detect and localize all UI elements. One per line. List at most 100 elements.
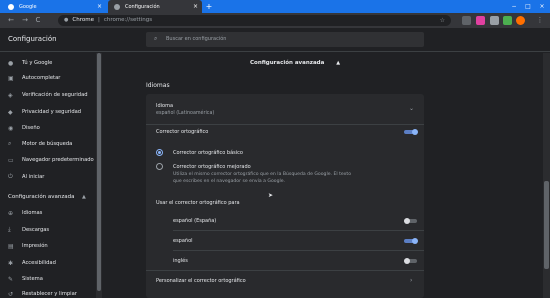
chevron-right-icon: › bbox=[410, 277, 413, 284]
maximize-icon[interactable]: □ bbox=[521, 0, 535, 13]
sidebar-item-label: Navegador predeterminado bbox=[22, 157, 94, 163]
sidebar-advanced-label: Configuración avanzada bbox=[8, 194, 75, 200]
shield-lock-icon: ◆ bbox=[8, 108, 13, 116]
browser-toolbar: ← → C ● Chrome | chrome://settings ☆ ⋮ bbox=[0, 13, 550, 28]
accessibility-icon: ✱ bbox=[8, 259, 14, 267]
spellcheck-enhanced-label: Corrector ortográfico mejorado bbox=[173, 164, 251, 170]
new-tab-button[interactable]: + bbox=[204, 0, 214, 13]
scrollbar-thumb[interactable] bbox=[544, 181, 549, 269]
advanced-heading-label: Configuración avanzada bbox=[250, 60, 325, 66]
language-english-label: inglés bbox=[173, 258, 188, 264]
scrollbar-thumb[interactable] bbox=[97, 53, 101, 291]
power-icon: ⏻ bbox=[8, 173, 13, 180]
language-value: español (Latinoamérica) bbox=[156, 111, 215, 116]
person-icon: ● bbox=[8, 59, 14, 67]
chevron-down-icon[interactable]: ⌄ bbox=[409, 105, 414, 112]
language-label: Idioma bbox=[156, 103, 174, 109]
settings-sidebar: ● Tú y Google ▣ Autocompletar ◈ Verifica… bbox=[0, 53, 96, 298]
sidebar-scrollbar[interactable] bbox=[96, 53, 102, 298]
sidebar-item-label: Idiomas bbox=[22, 210, 43, 216]
search-input[interactable]: ⌕ Buscar en configuración bbox=[146, 32, 424, 47]
sidebar-item-reset[interactable]: ↺ Restablecer y limpiar bbox=[0, 287, 96, 298]
spellcheck-enhanced-radio[interactable] bbox=[156, 163, 163, 170]
advanced-heading[interactable]: Configuración avanzada ▲ bbox=[250, 60, 340, 66]
sidebar-item-on-startup[interactable]: ⏻ Al iniciar bbox=[0, 170, 96, 184]
divider bbox=[146, 270, 424, 271]
sidebar-item-downloads[interactable]: ⤓ Descargas bbox=[0, 223, 96, 237]
spellcheck-toggle[interactable] bbox=[404, 129, 418, 135]
sidebar-item-you-and-google[interactable]: ● Tú y Google bbox=[0, 56, 96, 70]
languages-card: Idioma español (Latinoamérica) ⌄ Correct… bbox=[146, 94, 424, 298]
sidebar-item-appearance[interactable]: ◉ Diseño bbox=[0, 121, 96, 135]
avatar[interactable] bbox=[516, 16, 525, 25]
sidebar-item-label: Tú y Google bbox=[22, 60, 53, 66]
languages-section-title: Idiomas bbox=[146, 82, 170, 89]
spellcheck-basic-radio[interactable] bbox=[156, 149, 163, 156]
extension-icon[interactable] bbox=[503, 16, 512, 25]
google-favicon-icon bbox=[8, 3, 14, 10]
tab-label: Configuración bbox=[125, 3, 160, 10]
reset-icon: ↺ bbox=[8, 290, 14, 298]
use-spellcheck-for-label: Usar el corrector ortográfico para bbox=[156, 200, 240, 206]
sidebar-item-printing[interactable]: ▤ Impresión bbox=[0, 239, 96, 253]
wrench-icon: ✎ bbox=[8, 275, 14, 283]
sidebar-item-system[interactable]: ✎ Sistema bbox=[0, 272, 96, 286]
clipboard-icon: ▣ bbox=[8, 74, 14, 82]
back-icon[interactable]: ← bbox=[6, 15, 16, 26]
close-tab-icon[interactable]: × bbox=[193, 0, 198, 13]
search-icon: ⌕ bbox=[8, 140, 12, 147]
spellcheck-basic-label: Corrector ortográfico básico bbox=[173, 150, 243, 156]
sidebar-item-search-engine[interactable]: ⌕ Motor de búsqueda bbox=[0, 137, 96, 151]
sidebar-item-accessibility[interactable]: ✱ Accesibilidad bbox=[0, 256, 96, 270]
spellcheck-enhanced-description: Utiliza el mismo corrector ortográfico q… bbox=[173, 171, 393, 185]
spellcheck-label: Corrector ortográfico bbox=[156, 129, 209, 135]
search-icon: ⌕ bbox=[154, 35, 158, 42]
palette-icon: ◉ bbox=[8, 124, 14, 132]
search-placeholder: Buscar en configuración bbox=[166, 36, 227, 42]
forward-icon[interactable]: → bbox=[20, 15, 30, 26]
sidebar-item-label: Diseño bbox=[22, 125, 40, 131]
language-english-toggle[interactable] bbox=[404, 258, 418, 264]
toggle-knob bbox=[404, 218, 410, 224]
caret-up-icon: ▲ bbox=[82, 194, 86, 200]
sidebar-item-label: Accesibilidad bbox=[22, 260, 56, 266]
printer-icon: ▤ bbox=[8, 242, 14, 250]
download-icon: ⤓ bbox=[8, 226, 11, 233]
bookmark-star-icon[interactable]: ☆ bbox=[440, 15, 445, 26]
gear-icon bbox=[114, 3, 120, 10]
extension-icon[interactable] bbox=[476, 16, 485, 25]
extension-icon[interactable] bbox=[462, 16, 471, 25]
globe-icon: ⊕ bbox=[8, 209, 14, 217]
divider bbox=[146, 124, 424, 125]
sidebar-item-languages[interactable]: ⊕ Idiomas bbox=[0, 206, 96, 220]
main-scrollbar[interactable] bbox=[543, 53, 550, 298]
sidebar-item-default-browser[interactable]: ▭ Navegador predeterminado bbox=[0, 153, 96, 167]
language-spanish-spain-label: español (España) bbox=[173, 218, 217, 224]
minimize-icon[interactable]: − bbox=[507, 0, 521, 13]
sidebar-item-safety-check[interactable]: ◈ Verificación de seguridad bbox=[0, 88, 96, 102]
extension-icon[interactable] bbox=[490, 16, 499, 25]
language-spanish-spain-toggle[interactable] bbox=[404, 218, 418, 224]
url-separator: | bbox=[97, 17, 100, 23]
sidebar-item-label: Autocompletar bbox=[22, 75, 61, 81]
toggle-knob bbox=[404, 258, 410, 264]
close-tab-icon[interactable]: × bbox=[97, 0, 102, 13]
reload-icon[interactable]: C bbox=[33, 15, 43, 26]
language-spanish-toggle[interactable] bbox=[404, 238, 418, 244]
description-line: Utiliza el mismo corrector ortográfico q… bbox=[173, 172, 351, 177]
sidebar-item-label: Al iniciar bbox=[22, 174, 45, 180]
sidebar-item-label: Descargas bbox=[22, 227, 50, 233]
caret-up-icon: ▲ bbox=[336, 60, 341, 66]
tab-google[interactable]: Google × bbox=[2, 0, 106, 13]
address-bar[interactable]: ● Chrome | chrome://settings ☆ bbox=[58, 15, 451, 26]
close-window-icon[interactable]: × bbox=[535, 0, 549, 13]
sidebar-item-autofill[interactable]: ▣ Autocompletar bbox=[0, 71, 96, 85]
sidebar-item-privacy[interactable]: ◆ Privacidad y seguridad bbox=[0, 105, 96, 119]
description-line: que escribes en el navegador se envía a … bbox=[173, 179, 286, 184]
settings-header: Configuración ⌕ Buscar en configuración bbox=[0, 28, 550, 52]
mouse-cursor-icon: ➤ bbox=[268, 192, 274, 199]
tab-settings[interactable]: Configuración × bbox=[108, 0, 202, 13]
sidebar-item-label: Verificación de seguridad bbox=[22, 92, 88, 98]
sidebar-advanced-toggle[interactable]: Configuración avanzada ▲ bbox=[8, 194, 86, 200]
menu-icon[interactable]: ⋮ bbox=[535, 15, 545, 26]
